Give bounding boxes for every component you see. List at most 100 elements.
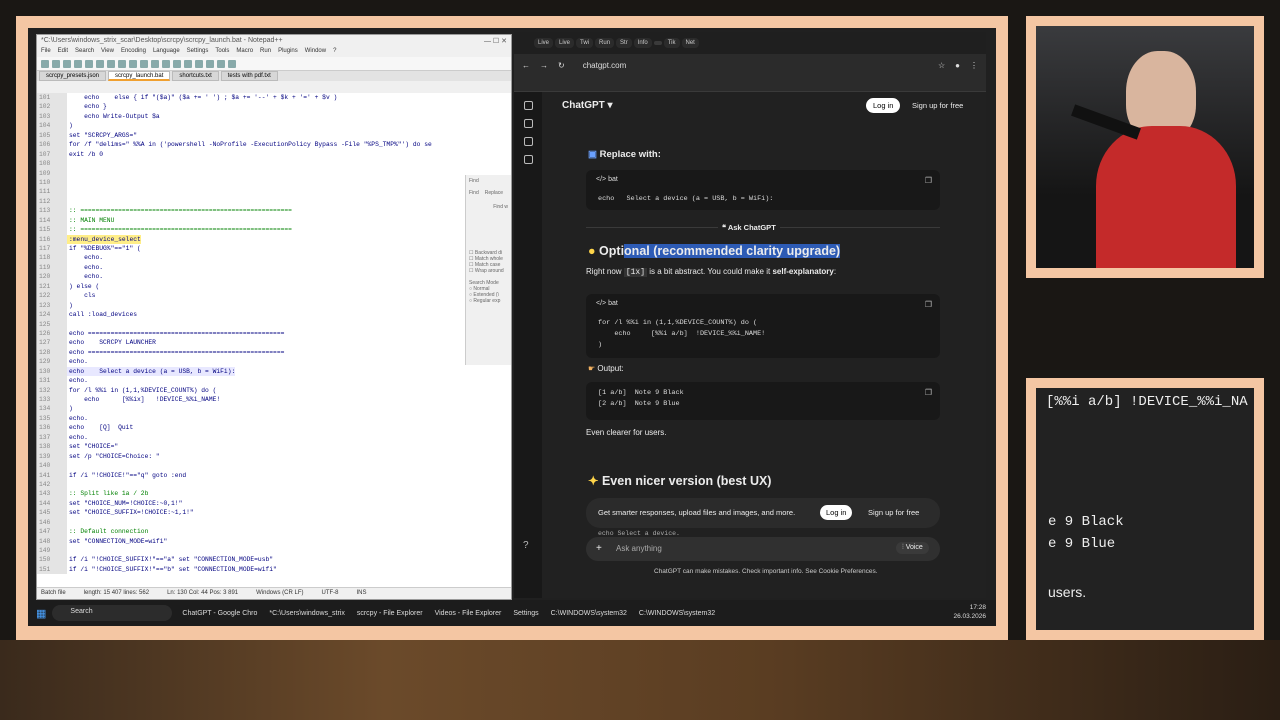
attach-icon[interactable]: + (596, 543, 602, 554)
browser-tab[interactable] (653, 41, 662, 45)
taskbar-item[interactable]: C:\WINDOWS\system32 (635, 608, 719, 619)
banner-signup-button[interactable]: Sign up for free (868, 508, 919, 517)
window-controls[interactable]: — ☐ ✕ (484, 37, 507, 45)
line-number: 110 (37, 177, 67, 188)
copy-icon[interactable]: ❐ (925, 176, 932, 185)
menu-item[interactable]: Language (153, 48, 180, 56)
new-chat-icon[interactable] (523, 119, 533, 128)
zoom-out-icon[interactable] (195, 60, 203, 68)
copy-icon[interactable]: ❐ (925, 300, 932, 309)
taskbar-item[interactable]: *C:\Users\windows_strix (265, 608, 348, 619)
line-number: 120 (37, 272, 67, 282)
url-input[interactable]: chatgpt.com (575, 58, 928, 73)
bookmark-star-icon[interactable]: ☆ (938, 61, 945, 70)
menu-item[interactable]: View (101, 48, 114, 56)
zoom-view: [%%i a/b] !DEVICE_%%i_NA e 9 Black e 9 B… (1036, 388, 1254, 630)
back-icon[interactable]: ← (522, 61, 530, 70)
taskbar-item[interactable]: ChatGPT - Google Chro (178, 608, 261, 619)
menu-item[interactable]: Tools (215, 48, 229, 56)
menu-item[interactable]: Search (75, 48, 94, 56)
menu-item[interactable]: ? (333, 48, 336, 56)
undo-icon[interactable] (140, 60, 148, 68)
line-number: 133 (37, 395, 67, 405)
redo-icon[interactable] (151, 60, 159, 68)
line-number: 132 (37, 385, 67, 395)
copy-icon[interactable]: ❐ (925, 388, 932, 397)
zoom-line-2: e 9 Black (1048, 514, 1124, 530)
file-tab[interactable]: shortcuts.txt (172, 71, 219, 81)
line-number: 139 (37, 451, 67, 462)
windows-start-icon[interactable]: ▦ (36, 607, 46, 620)
code-line: 146 (37, 517, 511, 528)
cut-icon[interactable] (107, 60, 115, 68)
taskbar-search[interactable]: Search (52, 605, 173, 621)
tab-replace[interactable]: Replace (485, 190, 503, 196)
chatgpt-logo-icon[interactable] (523, 101, 533, 110)
line-text: if /i "!CHOICE_SUFFIX!"=="a" set "CONNEC… (69, 556, 274, 564)
line-text: echo [%%ix] !DEVICE_%%i_NAME! (69, 396, 221, 403)
copy-icon[interactable] (118, 60, 126, 68)
line-text: echo [Q] Quit (69, 424, 134, 432)
browser-tab[interactable]: Live (534, 38, 554, 48)
menu-item[interactable]: Encoding (121, 48, 146, 56)
taskbar-item[interactable]: C:\WINDOWS\system32 (547, 608, 631, 619)
wrap-icon[interactable] (206, 60, 214, 68)
search-icon[interactable] (523, 137, 533, 146)
file-tab[interactable]: scrcpy_presets.json (39, 71, 107, 81)
browser-tab[interactable]: Run (595, 38, 615, 48)
print-icon[interactable] (96, 60, 104, 68)
save-icon[interactable] (63, 60, 71, 68)
menu-item[interactable]: File (41, 48, 51, 56)
file-tab[interactable]: scrcpy_launch.bat (108, 71, 171, 81)
record-icon[interactable] (217, 60, 225, 68)
browser-tab[interactable]: Str (616, 38, 632, 48)
signup-button[interactable]: Sign up for free (912, 101, 963, 110)
reload-icon[interactable]: ↻ (558, 61, 565, 70)
model-selector[interactable]: ChatGPT ▾ (562, 100, 613, 111)
library-icon[interactable] (523, 155, 533, 164)
code-line: 124 call :load_devices (37, 310, 511, 320)
menu-item[interactable]: Edit (58, 48, 68, 56)
menu-icon[interactable]: ⋮ (970, 61, 978, 70)
replace-icon[interactable] (173, 60, 181, 68)
browser-tab[interactable]: Info (633, 38, 652, 48)
tab-find[interactable]: Find (469, 190, 479, 196)
voice-button[interactable]: ⫶ Voice (896, 542, 929, 554)
profile-avatar[interactable]: ● (955, 61, 960, 70)
forward-icon[interactable]: → (540, 61, 548, 70)
menu-item[interactable]: Plugins (278, 48, 298, 56)
open-icon[interactable] (52, 60, 60, 68)
find-option-checkbox[interactable]: ☐ Wrap around (469, 268, 508, 274)
zoom-in-icon[interactable] (184, 60, 192, 68)
file-tab[interactable]: tests with pdf.txt (220, 71, 278, 81)
taskbar-item[interactable]: scrcpy - File Explorer (353, 608, 427, 619)
chat-input[interactable]: + Ask anything ⫶ Voice (586, 537, 940, 561)
browser-tab[interactable]: Net (681, 38, 699, 48)
code-line: 112 (37, 196, 511, 207)
paste-icon[interactable] (129, 60, 137, 68)
code-editor[interactable]: 101 echo else { if "($a)" ($a += ' ') ; … (37, 93, 511, 587)
taskbar-item[interactable]: Videos - File Explorer (431, 608, 506, 619)
menu-item[interactable]: Settings (187, 48, 209, 56)
taskbar-item[interactable]: Settings (509, 608, 542, 619)
ask-chatgpt-button[interactable]: ❝ Ask ChatGPT (718, 223, 780, 232)
login-button[interactable]: Log in (866, 98, 901, 113)
browser-tab[interactable]: Twi (576, 38, 594, 48)
menu-item[interactable]: Run (260, 48, 271, 56)
line-text (67, 187, 69, 196)
clock[interactable]: 17:28 26.03.2026 (953, 603, 986, 621)
code-line: 131 echo. (37, 376, 511, 386)
save-all-icon[interactable] (74, 60, 82, 68)
banner-login-button[interactable]: Log in (820, 505, 853, 520)
new-icon[interactable] (41, 60, 49, 68)
browser-tab[interactable]: Live (555, 38, 575, 48)
close-icon[interactable] (85, 60, 93, 68)
browser-tab[interactable]: Tik (663, 38, 680, 48)
search-mode-radio[interactable]: ○ Regular exp (469, 298, 508, 304)
line-number: 131 (37, 376, 67, 386)
play-icon[interactable] (228, 60, 236, 68)
help-icon[interactable]: ? (523, 540, 529, 551)
menu-item[interactable]: Window (305, 48, 326, 56)
find-icon[interactable] (162, 60, 170, 68)
menu-item[interactable]: Macro (236, 48, 253, 56)
